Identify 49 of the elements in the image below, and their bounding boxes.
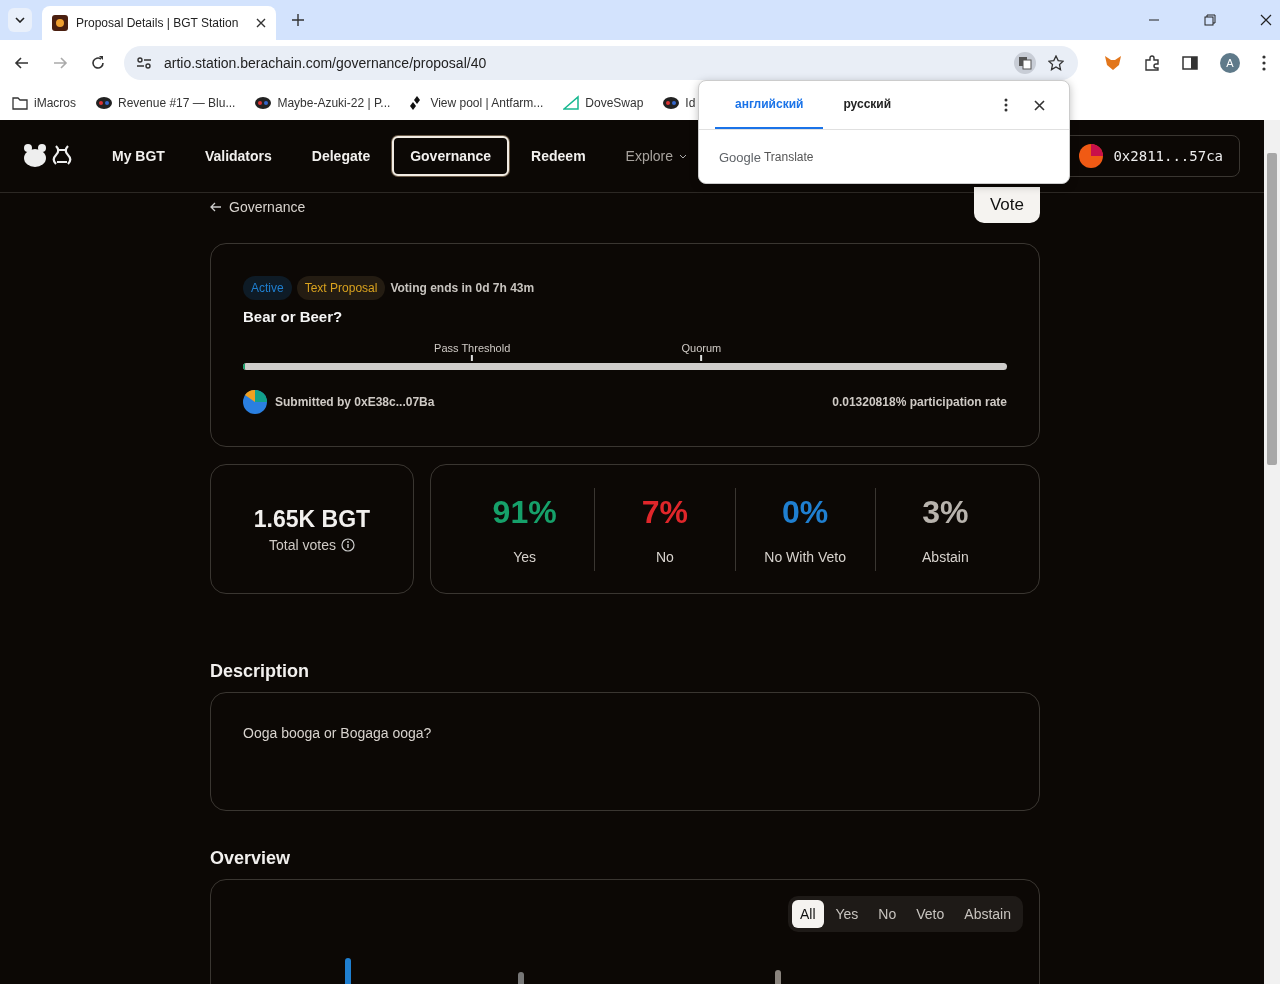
voting-ends-text: Voting ends in 0d 7h 43m (390, 281, 535, 295)
bookmark[interactable]: iMacros (12, 96, 76, 110)
filter-tab[interactable]: All (791, 900, 824, 928)
vote-option-label: Abstain (922, 548, 969, 565)
bookmark[interactable]: Revenue #17 — Blu... (96, 96, 236, 110)
filter-tab[interactable]: No (870, 900, 905, 928)
bookmark[interactable]: View pool | Antfarm... (410, 96, 544, 110)
filter-tab[interactable]: Abstain (956, 900, 1019, 928)
google-wordmark: Google (719, 150, 761, 165)
vote-percentage: 91% (492, 493, 557, 531)
vote-percentage: 7% (641, 493, 688, 531)
nav-link[interactable]: Redeem (513, 136, 604, 176)
filter-tab[interactable]: Veto (908, 900, 953, 928)
section-heading: Overview (210, 848, 292, 869)
proposal-title: Bear or Beer? (243, 308, 344, 325)
nav-link[interactable]: Validators (186, 136, 290, 176)
total-votes-value: 1.65K BGT (253, 505, 371, 533)
bookmark[interactable]: Maybe-Azuki-22 | P... (255, 96, 391, 110)
vote-option-label: Yes (513, 548, 537, 565)
filter-tab[interactable]: Yes (827, 900, 867, 928)
participation-rate: 0.01320818% participation rate (832, 395, 1007, 409)
language-tab[interactable]: русский (823, 81, 912, 129)
nav-link[interactable]: Governance (392, 136, 510, 176)
vote-option-label: No With Veto (764, 548, 846, 565)
type-badge: Text Proposal (296, 276, 386, 300)
section-heading: Description (210, 661, 311, 682)
threshold-label: Pass Threshold (434, 341, 511, 355)
threshold-label: Quorum (681, 341, 722, 355)
bookmark[interactable]: DoveSwap (563, 95, 644, 111)
vote-option-label: No (655, 548, 674, 565)
vote-button[interactable]: Vote (973, 187, 1040, 223)
nav-link[interactable]: Explore (607, 136, 706, 176)
back-link[interactable]: Governance (210, 199, 306, 215)
translate-label: Translate (763, 150, 814, 165)
description-text: Ooga booga or Bogaga ooga? (243, 725, 433, 741)
status-badge: Active (243, 276, 292, 300)
total-votes-label: Total votes (269, 536, 336, 553)
bookmark[interactable]: Id (663, 96, 696, 110)
vote-percentage: 0% (782, 493, 829, 531)
address-bar[interactable]: artio.station.berachain.com/governance/proposal/40 (124, 46, 1078, 80)
profile-avatar[interactable]: A (1220, 53, 1240, 73)
browser-tab[interactable]: Proposal Details | BGT Station (42, 6, 276, 40)
tab-title: Proposal Details | BGT Station (76, 16, 240, 30)
nav-link[interactable]: Delegate (293, 136, 389, 176)
url-text: artio.station.berachain.com/governance/proposal/40 (164, 55, 487, 71)
vote-percentage: 3% (922, 493, 969, 531)
language-tab[interactable]: английский (715, 81, 824, 129)
submitted-by-text: Submitted by 0xE38c...07Ba (275, 395, 435, 409)
nav-link[interactable]: My BGT (94, 136, 183, 176)
